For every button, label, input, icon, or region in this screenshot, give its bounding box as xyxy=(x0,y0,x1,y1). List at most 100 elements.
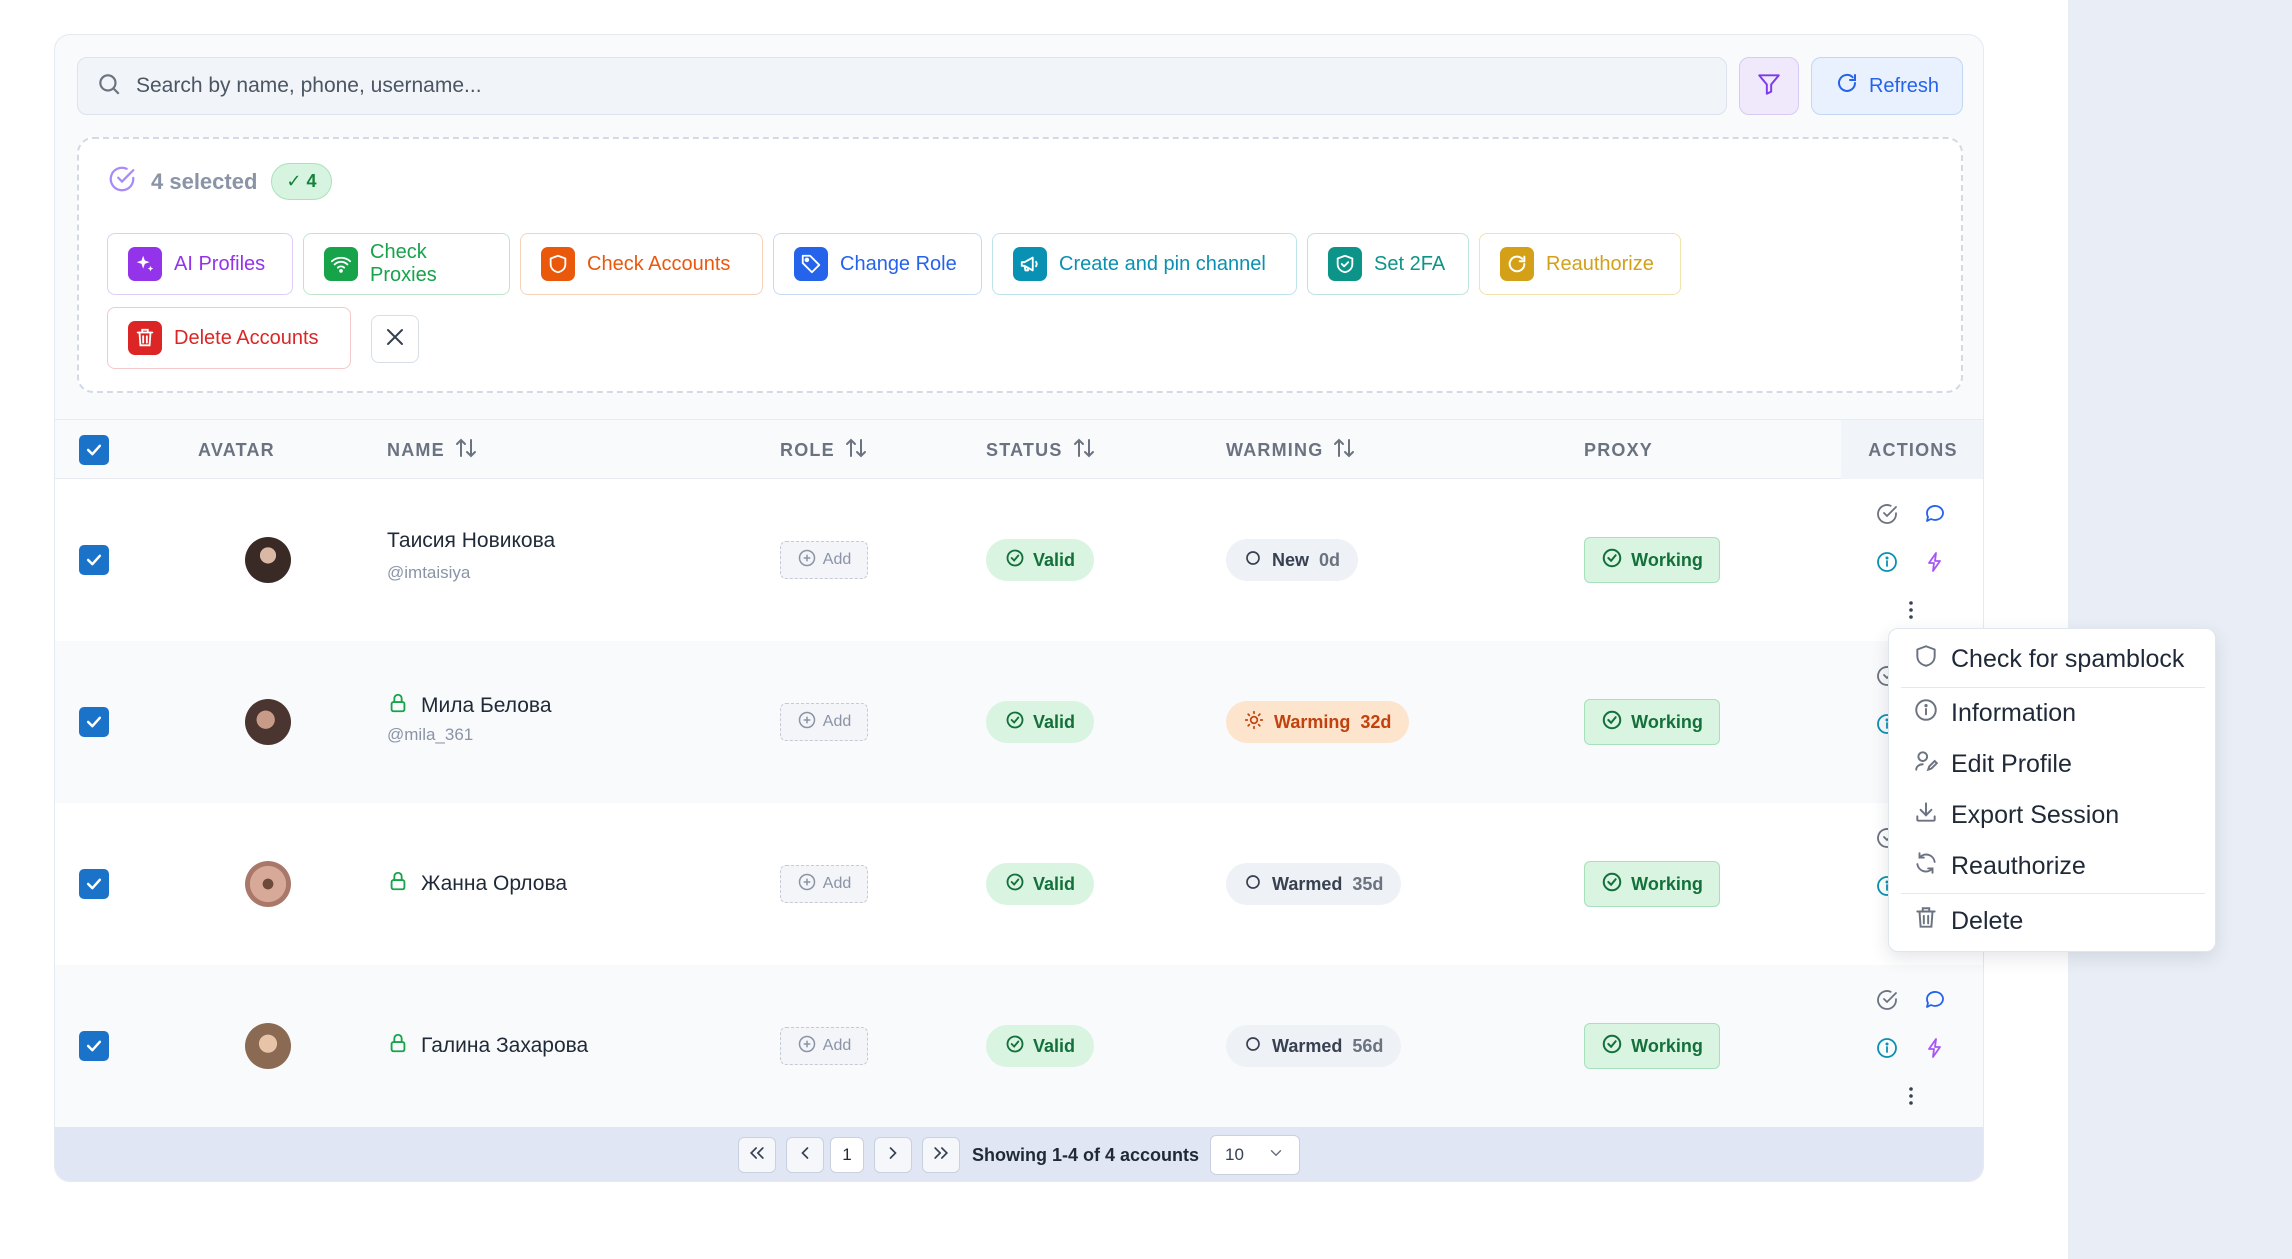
delete-accounts-button[interactable]: Delete Accounts xyxy=(107,307,351,369)
info-icon[interactable] xyxy=(1874,549,1900,575)
more-options-icon[interactable] xyxy=(1898,597,1924,623)
header-name[interactable]: NAME xyxy=(387,420,477,480)
status-badge: Valid xyxy=(986,1025,1094,1067)
row-checkbox[interactable] xyxy=(79,545,109,575)
row-checkbox[interactable] xyxy=(79,869,109,899)
refresh-button[interactable]: Refresh xyxy=(1811,57,1963,115)
create-pin-channel-button[interactable]: Create and pin channel xyxy=(992,233,1297,295)
check-accounts-label: Check Accounts xyxy=(587,252,731,275)
add-role-button[interactable]: Add xyxy=(780,865,868,903)
selection-header: 4 selected ✓ 4 xyxy=(107,163,332,200)
set-2fa-button[interactable]: Set 2FA xyxy=(1307,233,1469,295)
shield-outline-icon xyxy=(1913,643,1939,676)
filter-button[interactable] xyxy=(1739,57,1799,115)
header-status[interactable]: STATUS xyxy=(986,420,1095,480)
search-input[interactable] xyxy=(136,74,1636,98)
check-circle-icon xyxy=(1005,872,1025,897)
menu-check-spamblock[interactable]: Check for spamblock xyxy=(1889,635,2217,683)
plus-circle-icon xyxy=(797,872,817,897)
account-name: Мила Белова xyxy=(387,691,552,721)
check-circle-icon xyxy=(1601,709,1623,736)
header-actions: ACTIONS xyxy=(1841,420,1983,480)
proxy-badge: Working xyxy=(1584,861,1720,907)
chat-icon[interactable] xyxy=(1922,501,1948,527)
first-page-button[interactable] xyxy=(738,1137,776,1173)
check-circle-icon xyxy=(1005,548,1025,573)
check-proxies-button[interactable]: Check Proxies xyxy=(303,233,510,295)
sort-icon[interactable] xyxy=(1333,436,1355,465)
more-options-icon[interactable] xyxy=(1898,1083,1924,1109)
last-page-button[interactable] xyxy=(922,1137,960,1173)
account-name: Таисия Новикова xyxy=(387,529,556,552)
add-role-button[interactable]: Add xyxy=(780,1027,868,1065)
wifi-icon xyxy=(324,247,358,281)
current-page-button[interactable]: 1 xyxy=(830,1137,864,1173)
check-circle-icon xyxy=(1601,871,1623,898)
ai-profiles-label: AI Profiles xyxy=(174,252,266,275)
shield-icon xyxy=(541,247,575,281)
delete-accounts-label: Delete Accounts xyxy=(174,326,319,349)
plus-circle-icon xyxy=(797,1034,817,1059)
sun-icon xyxy=(1244,710,1264,735)
reauthorize-button[interactable]: Reauthorize xyxy=(1479,233,1681,295)
menu-reauthorize[interactable]: Reauthorize xyxy=(1889,842,2217,890)
table-header: AVATAR NAME ROLE STATUS WARMING PROXY AC… xyxy=(55,419,1983,480)
avatar xyxy=(245,1023,291,1069)
refresh-label: Refresh xyxy=(1868,74,1940,97)
sort-icon[interactable] xyxy=(1073,436,1095,465)
page-size-select[interactable]: 10 xyxy=(1210,1135,1300,1175)
chevron-down-icon xyxy=(1267,1144,1285,1167)
add-role-button[interactable]: Add xyxy=(780,541,868,579)
status-badge: Valid xyxy=(986,863,1094,905)
circle-icon xyxy=(1244,1035,1262,1058)
warming-badge: New 0d xyxy=(1226,539,1359,581)
sort-icon[interactable] xyxy=(845,436,867,465)
check-proxies-label: Check Proxies xyxy=(370,241,437,286)
row-checkbox[interactable] xyxy=(79,1031,109,1061)
header-warming[interactable]: WARMING xyxy=(1226,420,1355,480)
circle-icon xyxy=(1244,549,1262,572)
check-circle-icon xyxy=(1005,710,1025,735)
download-icon xyxy=(1913,799,1939,832)
lightning-icon[interactable] xyxy=(1922,1035,1948,1061)
check-account-icon[interactable] xyxy=(1874,501,1900,527)
pagination-bar: 1 Showing 1-4 of 4 accounts 10 xyxy=(55,1127,1983,1181)
menu-export-session[interactable]: Export Session xyxy=(1889,791,2217,839)
sort-icon[interactable] xyxy=(455,436,477,465)
sparkles-icon xyxy=(128,247,162,281)
header-role[interactable]: ROLE xyxy=(780,420,867,480)
table-row: Таисия Новикова @imtaisiya Add Valid New… xyxy=(55,479,1983,641)
trash-icon xyxy=(1913,905,1939,938)
menu-edit-profile[interactable]: Edit Profile xyxy=(1889,740,2217,788)
change-role-button[interactable]: Change Role xyxy=(773,233,982,295)
search-bar[interactable] xyxy=(77,57,1727,115)
account-name: Галина Захарова xyxy=(387,1031,588,1061)
shield-check-icon xyxy=(1328,247,1362,281)
add-role-button[interactable]: Add xyxy=(780,703,868,741)
row-checkbox[interactable] xyxy=(79,707,109,737)
menu-delete[interactable]: Delete xyxy=(1889,897,2217,945)
select-all-checkbox[interactable] xyxy=(79,435,109,465)
user-edit-icon xyxy=(1913,748,1939,781)
accounts-card: Refresh 4 selected ✓ 4 AI Profiles Check… xyxy=(54,34,1984,1182)
menu-information[interactable]: Information xyxy=(1889,689,2217,737)
ai-profiles-button[interactable]: AI Profiles xyxy=(107,233,293,295)
prev-page-button[interactable] xyxy=(786,1137,824,1173)
info-icon xyxy=(1913,697,1939,730)
avatar xyxy=(245,537,291,583)
clear-selection-button[interactable] xyxy=(371,315,419,363)
check-account-icon[interactable] xyxy=(1874,987,1900,1013)
megaphone-icon xyxy=(1013,247,1047,281)
check-accounts-button[interactable]: Check Accounts xyxy=(520,233,763,295)
check-circle-icon xyxy=(1601,547,1623,574)
row-context-menu: Check for spamblock Information Edit Pro… xyxy=(1888,628,2216,952)
next-page-button[interactable] xyxy=(874,1137,912,1173)
create-pin-channel-label: Create and pin channel xyxy=(1059,252,1266,275)
proxy-badge: Working xyxy=(1584,537,1720,583)
info-icon[interactable] xyxy=(1874,1035,1900,1061)
lock-icon xyxy=(387,1031,409,1061)
lightning-icon[interactable] xyxy=(1922,549,1948,575)
chat-icon[interactable] xyxy=(1922,987,1948,1013)
status-badge: Valid xyxy=(986,701,1094,743)
tag-icon xyxy=(794,247,828,281)
